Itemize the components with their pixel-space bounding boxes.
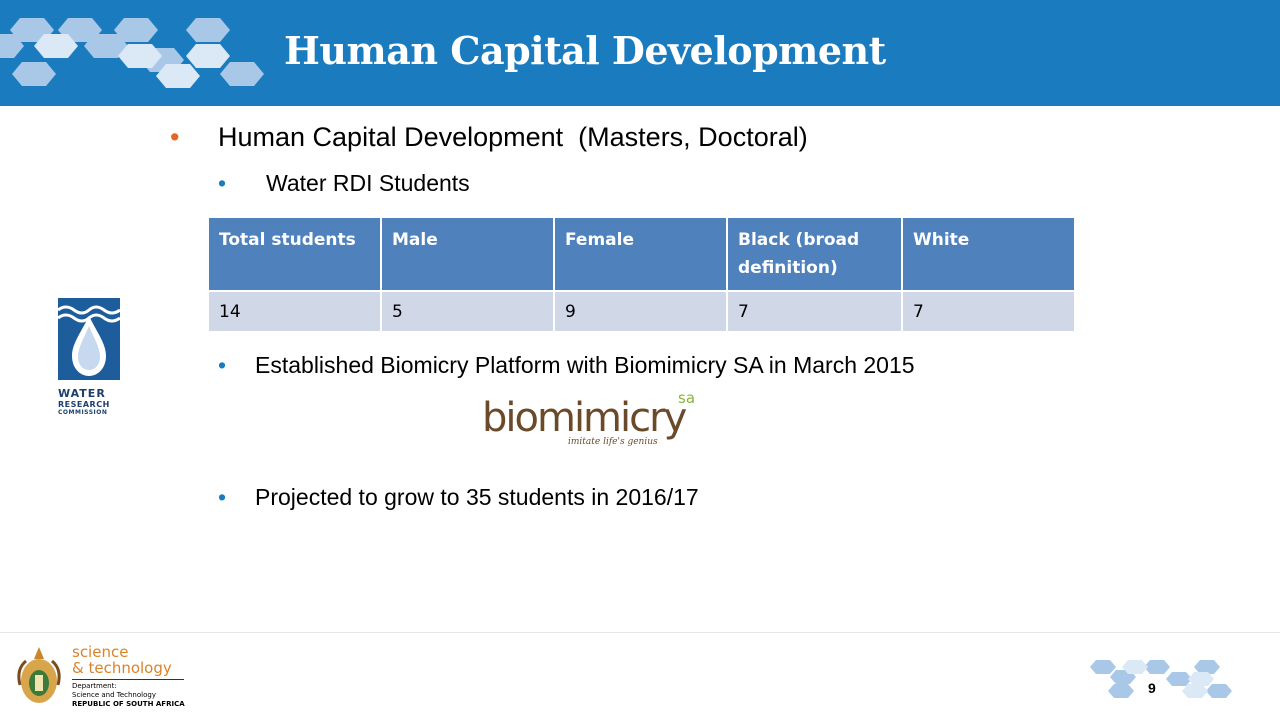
table-header-row: Total students Male Female Black (broad … — [207, 216, 1076, 292]
bullet-dot-icon: • — [218, 170, 227, 196]
students-table: Total students Male Female Black (broad … — [207, 216, 1076, 333]
biomimicry-wordmark: biomimicry — [482, 395, 687, 441]
dst-line-5: REPUBLIC OF SOUTH AFRICA — [72, 700, 185, 708]
bullet-established-text: Established Biomicry Platform with Biomi… — [255, 352, 915, 378]
biomimicry-suffix: sa — [678, 389, 696, 407]
bullet-dot-icon: • — [218, 484, 227, 510]
hexagon-pattern-footer — [1090, 660, 1232, 698]
title-bar: Human Capital Development — [0, 0, 1280, 106]
bullet-sub: • Water RDI Students — [218, 170, 470, 197]
bullet-established: • Established Biomicry Platform with Biom… — [218, 352, 915, 379]
cell-male: 5 — [380, 290, 555, 333]
wrc-line-2: RESEARCH — [58, 400, 110, 409]
wrc-wordmark: WATER RESEARCH COMMISSION — [58, 387, 122, 416]
bullet-sub-text: Water RDI Students — [266, 170, 470, 196]
bullet-main: • Human Capital Development (Masters, Doc… — [170, 122, 808, 153]
bullet-dot-icon: • — [170, 122, 180, 152]
header-black: Black (broad definition) — [726, 216, 903, 292]
biomimicry-tagline: imitate life's genius — [568, 437, 658, 447]
cell-female: 9 — [553, 290, 728, 333]
bullet-projected: • Projected to grow to 35 students in 201… — [218, 484, 699, 511]
bullet-dot-icon: • — [218, 352, 227, 378]
page-number: 9 — [1148, 680, 1156, 696]
water-drop-icon — [57, 298, 121, 380]
header-female: Female — [553, 216, 728, 292]
hexagon-pattern — [0, 18, 264, 88]
coat-of-arms-icon — [17, 647, 61, 703]
header-male: Male — [380, 216, 555, 292]
wrc-logo: WATER RESEARCH COMMISSION — [57, 298, 122, 416]
page-title: Human Capital Development — [284, 28, 886, 73]
cell-total-students: 14 — [207, 290, 382, 333]
table-row: 14 5 9 7 7 — [207, 290, 1076, 333]
header-total-students: Total students — [207, 216, 382, 292]
dst-line-4: Science and Technology — [72, 691, 156, 699]
cell-white: 7 — [901, 290, 1076, 333]
dst-line-2: & technology — [72, 659, 172, 677]
header-white: White — [901, 216, 1076, 292]
bullet-projected-text: Projected to grow to 35 students in 2016… — [255, 484, 699, 510]
wrc-line-1: WATER — [58, 387, 106, 400]
biomimicry-logo: biomimicry sa imitate life's genius — [482, 389, 702, 449]
bullet-main-text: Human Capital Development (Masters, Doct… — [218, 122, 808, 152]
dst-line-1: science — [72, 643, 129, 661]
dst-line-3: Department: — [72, 682, 117, 690]
wrc-line-3: COMMISSION — [58, 409, 108, 416]
cell-black: 7 — [726, 290, 903, 333]
footer-divider — [0, 632, 1280, 633]
